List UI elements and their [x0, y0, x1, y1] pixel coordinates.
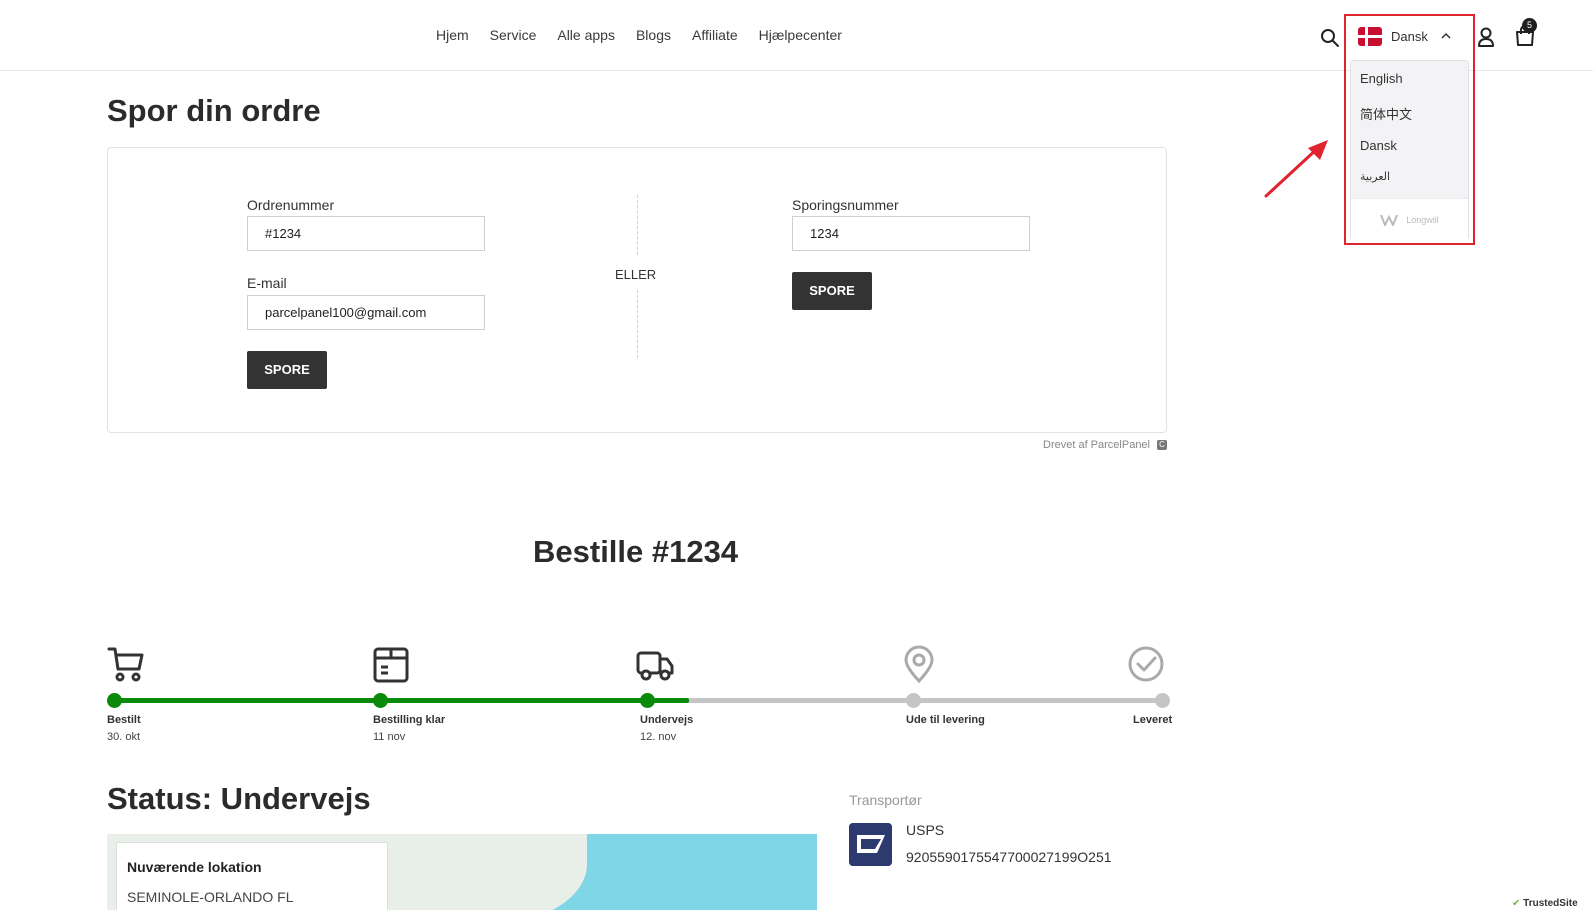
main-nav: Hjem Service Alle apps Blogs Affiliate H… [436, 27, 863, 43]
progress-dot-delivered [1155, 693, 1170, 708]
progress-fill [115, 698, 689, 703]
step-label-ordered: Bestilt [107, 714, 141, 726]
trustedsite-label: TrustedSite [1523, 898, 1578, 909]
language-option-english[interactable]: English [1360, 71, 1403, 86]
trustedsite-badge[interactable]: ✔ TrustedSite [1512, 898, 1593, 910]
language-dropdown: English 简体中文 Dansk العربية Longwill [1350, 60, 1469, 240]
step-date-in-transit: 12. nov [640, 731, 677, 743]
annotation-arrow-icon [1264, 140, 1328, 198]
nav-item-service[interactable]: Service [490, 27, 537, 43]
dropdown-brand-label: Longwill [1406, 214, 1439, 225]
email-input[interactable]: parcelpanel100@gmail.com [247, 295, 485, 330]
usps-logo-icon [849, 823, 892, 866]
nav-item-alle-apps[interactable]: Alle apps [557, 27, 615, 43]
status-title: Status: Undervejs [107, 781, 371, 816]
step-label-in-transit: Undervejs [640, 714, 694, 726]
step-label-delivered: Leveret [1133, 714, 1173, 726]
order-title: Bestille #1234 [533, 534, 739, 569]
nav-item-hjem[interactable]: Hjem [436, 27, 469, 43]
step-date-order-ready: 11 nov [373, 731, 406, 743]
progress-dot-order-ready [373, 693, 388, 708]
search-icon[interactable] [1320, 28, 1340, 48]
order-number-input[interactable]: #1234 [247, 216, 485, 251]
nav-item-hjaelpecenter[interactable]: Hjælpecenter [759, 27, 842, 43]
language-option-arabic[interactable]: العربية [1360, 170, 1390, 183]
parcelpanel-icon: C [1157, 440, 1167, 450]
step-date-ordered: 30. okt [107, 731, 141, 743]
map-coast [427, 834, 587, 910]
powered-by-label: Drevet af ParcelPanel [1043, 439, 1150, 451]
current-location-value: SEMINOLE-ORLANDO FL [127, 889, 294, 905]
language-option-chinese[interactable]: 简体中文 [1360, 104, 1412, 123]
track-by-order-button[interactable]: SPORE [247, 351, 327, 389]
account-icon[interactable] [1476, 26, 1496, 48]
progress-dot-in-transit [640, 693, 655, 708]
carrier-name: USPS [906, 822, 945, 838]
nav-item-affiliate[interactable]: Affiliate [692, 27, 738, 43]
location-pin-icon [904, 645, 934, 683]
email-label: E-mail [247, 275, 287, 291]
divider-top [637, 195, 638, 255]
truck-icon [636, 651, 674, 681]
progress-dot-out-for-delivery [906, 693, 921, 708]
step-label-out-for-delivery: Ude til levering [906, 714, 985, 726]
package-icon [373, 647, 409, 683]
carrier-label: Transportør [849, 792, 922, 808]
dropdown-brand-footer: Longwill [1351, 198, 1468, 240]
tracking-number-input[interactable]: 1234 [792, 216, 1030, 251]
language-option-dansk[interactable]: Dansk [1360, 138, 1397, 153]
cart-icon [107, 647, 144, 682]
progress-dot-ordered [107, 693, 122, 708]
nav-item-blogs[interactable]: Blogs [636, 27, 671, 43]
step-label-order-ready: Bestilling klar [373, 714, 446, 726]
current-location-label: Nuværende lokation [127, 859, 262, 875]
current-location-card: Nuværende lokation SEMINOLE-ORLANDO FL [116, 842, 388, 910]
tracking-number-value: 9205590175547700027199O251 [906, 849, 1112, 865]
tracking-number-label: Sporingsnummer [792, 197, 899, 213]
longwill-logo-icon [1380, 214, 1399, 226]
order-number-label: Ordrenummer [247, 197, 335, 213]
check-circle-icon [1128, 646, 1164, 682]
page-title: Spor din ordre [107, 93, 321, 128]
or-label: ELLER [615, 267, 657, 282]
cart-count-badge: 5 [1522, 18, 1537, 33]
divider-bottom [637, 290, 638, 358]
track-by-number-button[interactable]: SPORE [792, 272, 872, 310]
